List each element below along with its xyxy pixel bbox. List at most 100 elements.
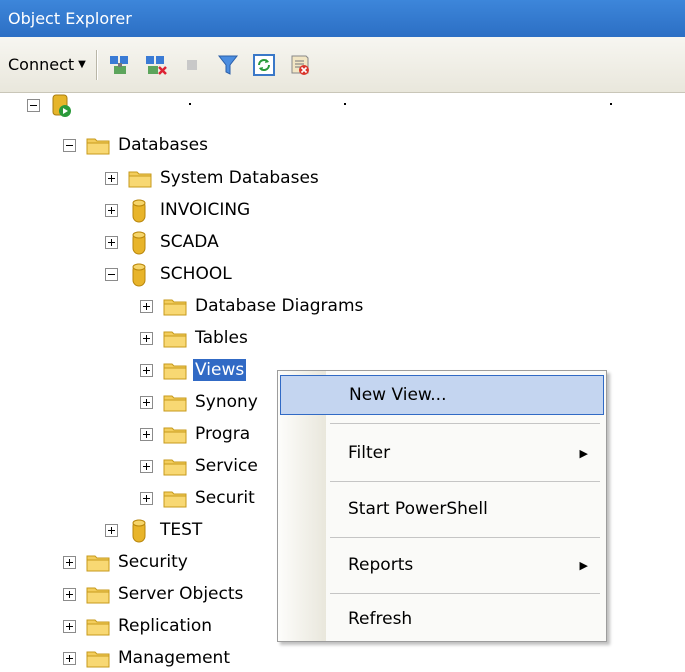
filter-icon[interactable] xyxy=(215,52,241,78)
databases-label: Databases xyxy=(118,135,208,155)
folder-icon xyxy=(163,422,187,446)
menu-item-label: Reports xyxy=(348,555,414,575)
expand-toggle-icon[interactable] xyxy=(140,491,153,505)
tree-node-security[interactable]: Security xyxy=(63,548,190,576)
menu-item-label: Start PowerShell xyxy=(348,499,488,519)
connect-object-explorer-icon[interactable] xyxy=(107,52,133,78)
tree-node-test[interactable]: TEST xyxy=(105,516,204,544)
collapse-toggle-icon[interactable] xyxy=(63,138,76,152)
expand-toggle-icon[interactable] xyxy=(140,395,153,409)
expand-toggle-icon[interactable] xyxy=(140,299,153,313)
folder-icon xyxy=(86,550,110,574)
tree-node-db-security[interactable]: Securit xyxy=(140,484,257,512)
tree-node-server[interactable] xyxy=(27,91,84,119)
expand-toggle-icon[interactable] xyxy=(140,363,153,377)
database-icon xyxy=(128,518,150,543)
summary-report-icon[interactable] xyxy=(287,52,313,78)
expand-toggle-icon[interactable] xyxy=(105,523,118,537)
expand-toggle-icon[interactable] xyxy=(63,555,76,569)
tree-node-replication[interactable]: Replication xyxy=(63,612,214,640)
test-label: TEST xyxy=(160,520,203,540)
folder-icon xyxy=(163,358,187,382)
database-diagrams-label: Database Diagrams xyxy=(195,296,364,316)
menu-item-label: New View... xyxy=(349,385,447,405)
folder-icon xyxy=(163,326,187,350)
menu-item-new-view[interactable]: New View... xyxy=(280,375,604,415)
management-label: Management xyxy=(118,648,230,668)
expand-toggle-icon[interactable] xyxy=(140,459,153,473)
menu-separator xyxy=(330,593,600,594)
window-title: Object Explorer xyxy=(8,9,132,28)
tree-node-scada[interactable]: SCADA xyxy=(105,228,221,256)
connect-label: Connect xyxy=(8,55,75,74)
folder-icon xyxy=(163,390,187,414)
connect-dropdown-button[interactable]: Connect ▼ xyxy=(8,55,86,74)
menu-separator xyxy=(330,537,600,538)
tree-node-databases[interactable]: Databases xyxy=(63,131,210,159)
tree-node-synonyms[interactable]: Synony xyxy=(140,388,260,416)
database-icon xyxy=(128,262,150,287)
expand-toggle-icon[interactable] xyxy=(105,203,118,217)
tree-node-system-databases[interactable]: System Databases xyxy=(105,164,321,192)
expand-toggle-icon[interactable] xyxy=(63,651,76,665)
dropdown-caret-icon: ▼ xyxy=(78,59,86,70)
database-icon xyxy=(128,198,150,223)
server-icon xyxy=(50,93,72,117)
refresh-icon[interactable] xyxy=(251,52,277,78)
tables-label: Tables xyxy=(195,328,248,348)
tree-node-service-broker[interactable]: Service xyxy=(140,452,260,480)
tree-node-programmability[interactable]: Progra xyxy=(140,420,252,448)
expand-toggle-icon[interactable] xyxy=(140,427,153,441)
scada-label: SCADA xyxy=(160,232,219,252)
object-explorer-title-bar: Object Explorer xyxy=(0,0,685,37)
tree-node-invoicing[interactable]: INVOICING xyxy=(105,196,252,224)
expand-toggle-icon[interactable] xyxy=(63,619,76,633)
service-broker-label: Service xyxy=(195,456,258,476)
expand-toggle-icon[interactable] xyxy=(105,235,118,249)
menu-separator xyxy=(330,423,600,424)
expand-toggle-icon[interactable] xyxy=(63,587,76,601)
tree-node-tables[interactable]: Tables xyxy=(140,324,250,352)
programmability-label: Progra xyxy=(195,424,251,444)
collapse-toggle-icon[interactable] xyxy=(105,267,118,281)
context-menu: New View... Filter ▶ Start PowerShell Re… xyxy=(277,370,607,642)
security-label: Security xyxy=(118,552,188,572)
tree-node-school[interactable]: SCHOOL xyxy=(105,260,234,288)
folder-icon xyxy=(163,486,187,510)
replication-label: Replication xyxy=(118,616,213,636)
menu-item-label: Filter xyxy=(348,443,391,463)
menu-separator xyxy=(330,481,600,482)
tree-node-database-diagrams[interactable]: Database Diagrams xyxy=(140,292,365,320)
folder-icon xyxy=(86,582,110,606)
tree-node-views[interactable]: Views xyxy=(140,356,247,384)
invoicing-label: INVOICING xyxy=(160,200,251,220)
db-security-label: Securit xyxy=(195,488,255,508)
server-name xyxy=(80,104,84,106)
toolbar-separator xyxy=(95,49,97,80)
database-icon xyxy=(128,230,150,255)
menu-item-start-powershell[interactable]: Start PowerShell xyxy=(280,489,604,529)
submenu-arrow-icon: ▶ xyxy=(579,446,588,460)
tree-node-server-objects[interactable]: Server Objects xyxy=(63,580,245,608)
tree-node-management[interactable]: Management xyxy=(63,644,232,672)
object-explorer-toolbar: Connect ▼ xyxy=(0,37,685,93)
views-label: Views xyxy=(193,359,247,381)
menu-item-filter[interactable]: Filter ▶ xyxy=(280,433,604,473)
menu-item-label: Refresh xyxy=(348,609,413,629)
collapse-toggle-icon[interactable] xyxy=(27,98,40,112)
expand-toggle-icon[interactable] xyxy=(140,331,153,345)
menu-item-refresh[interactable]: Refresh xyxy=(280,599,604,639)
folder-icon xyxy=(86,646,110,670)
folder-icon xyxy=(163,454,187,478)
expand-toggle-icon[interactable] xyxy=(105,171,118,185)
folder-icon xyxy=(128,166,152,190)
synonyms-label: Synony xyxy=(195,392,258,412)
disconnect-icon[interactable] xyxy=(143,52,169,78)
menu-item-reports[interactable]: Reports ▶ xyxy=(280,545,604,585)
folder-icon xyxy=(86,133,110,157)
system-databases-label: System Databases xyxy=(160,168,319,188)
folder-icon xyxy=(163,294,187,318)
stop-icon[interactable] xyxy=(179,52,205,78)
folder-icon xyxy=(86,614,110,638)
submenu-arrow-icon: ▶ xyxy=(579,558,588,572)
